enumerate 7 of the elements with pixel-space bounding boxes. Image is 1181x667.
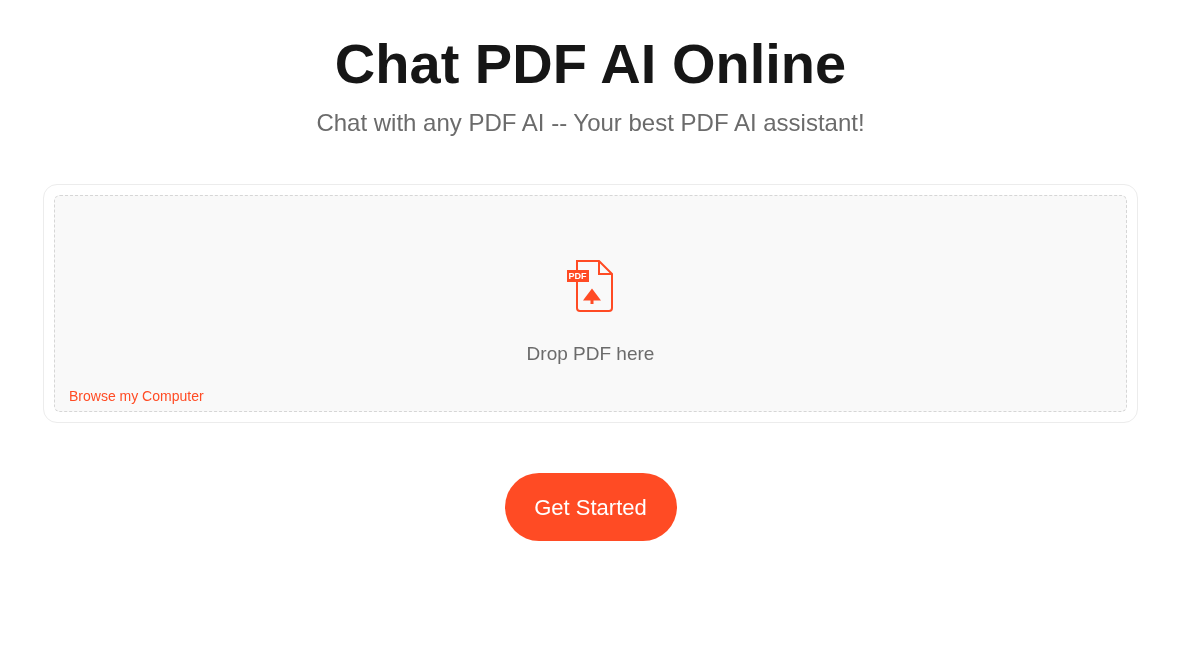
browse-link[interactable]: Browse my Computer <box>69 386 204 407</box>
drop-zone[interactable]: PDF Drop PDF here Browse my Computer <box>54 195 1127 412</box>
file-type-badge: PDF <box>566 270 589 282</box>
get-started-button[interactable]: Get Started <box>504 473 677 541</box>
page-title: Chat PDF AI Online <box>334 31 847 97</box>
page-subtitle: Chat with any PDF AI -- Your best PDF AI assistant! <box>316 108 865 138</box>
drop-prompt: Drop PDF here <box>526 342 655 366</box>
